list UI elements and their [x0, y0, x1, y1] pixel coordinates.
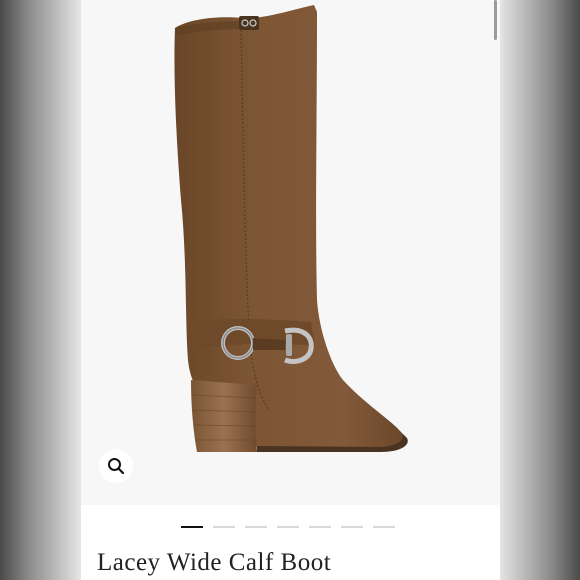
product-image-area[interactable] [81, 0, 500, 505]
gallery-dot-4[interactable] [277, 526, 299, 528]
gallery-pagination [181, 526, 395, 530]
gallery-dot-7[interactable] [373, 526, 395, 528]
product-screen: Lacey Wide Calf Boot [81, 0, 500, 580]
gallery-dot-2[interactable] [213, 526, 235, 528]
blurred-backdrop-right [499, 0, 580, 580]
gallery-dot-6[interactable] [341, 526, 363, 528]
blurred-backdrop-left [0, 0, 81, 580]
magnifier-icon [108, 458, 125, 475]
gallery-dot-3[interactable] [245, 526, 267, 528]
scrollbar[interactable] [494, 0, 497, 40]
product-title: Lacey Wide Calf Boot [97, 549, 332, 576]
gallery-dot-5[interactable] [309, 526, 331, 528]
boot-image [174, 5, 408, 452]
zoom-button[interactable] [99, 449, 133, 483]
gallery-dot-1[interactable] [181, 526, 203, 528]
